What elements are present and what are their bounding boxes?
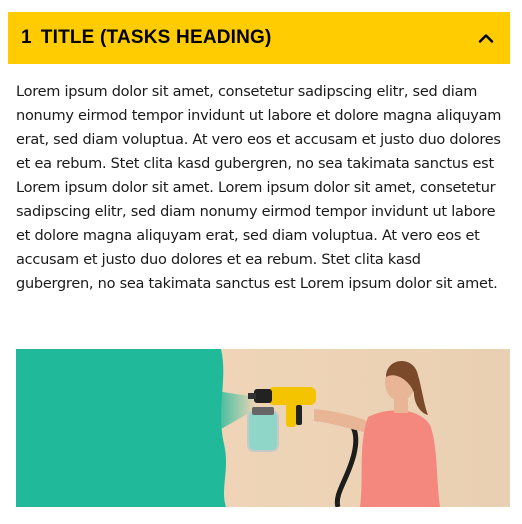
accordion-header[interactable]: 1 TITLE (TASKS HEADING) [8,12,510,64]
product-photo [16,349,510,507]
chevron-up-icon [478,34,494,43]
spray-painting-illustration [16,349,510,507]
accordion-item: 1 TITLE (TASKS HEADING) Lorem ipsum dolor… [0,0,522,524]
accordion-number: 1 [21,27,32,48]
accordion-title-text: TITLE (TASKS HEADING) [40,27,272,48]
accordion-body-text: Lorem ipsum dolor sit amet, consetetur s… [16,84,502,292]
accordion-title: 1 TITLE (TASKS HEADING) [21,12,272,64]
collapse-toggle-button[interactable] [470,22,502,54]
